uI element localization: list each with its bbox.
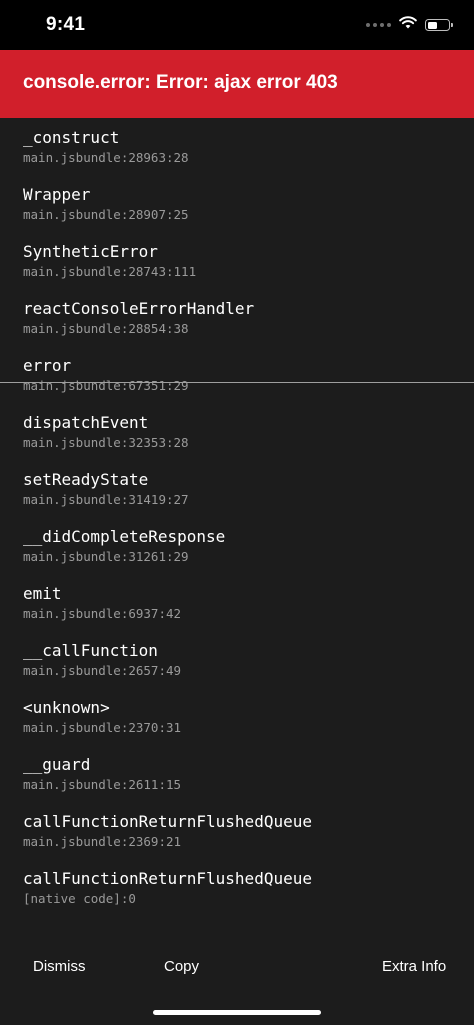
extra-info-button[interactable]: Extra Info (382, 958, 446, 975)
frame-location: [native code]:0 (23, 891, 136, 906)
frame-method: Wrapper (23, 185, 91, 204)
stack-frame[interactable]: <unknown> main.jsbundle:2370:31 (23, 698, 453, 736)
stack-frame[interactable]: __guard main.jsbundle:2611:15 (23, 755, 453, 793)
stack-frame[interactable]: reactConsoleErrorHandler main.jsbundle:2… (23, 299, 453, 337)
frame-location: main.jsbundle:31261:29 (23, 549, 189, 564)
frame-location: main.jsbundle:28743:111 (23, 264, 197, 279)
error-title: console.error: Error: ajax error 403 (23, 72, 338, 93)
status-bar: 9:41 (0, 0, 474, 50)
copy-button[interactable]: Copy (164, 958, 199, 975)
frame-method: SyntheticError (23, 242, 158, 261)
stack-frame[interactable]: Wrapper main.jsbundle:28907:25 (23, 185, 453, 223)
frame-location: main.jsbundle:2657:49 (23, 663, 182, 678)
frame-method: __didCompleteResponse (23, 527, 226, 546)
frame-location: main.jsbundle:6937:42 (23, 606, 182, 621)
redbox-screen: 9:41 console.error: Error: ajax error 40… (0, 0, 474, 1025)
status-icons (366, 15, 453, 35)
stack-frame[interactable]: dispatchEvent main.jsbundle:32353:28 (23, 413, 453, 451)
status-time: 9:41 (46, 14, 86, 35)
battery-icon (425, 19, 453, 31)
stack-frame[interactable]: _construct main.jsbundle:28963:28 (23, 128, 453, 166)
frame-location: main.jsbundle:2369:21 (23, 834, 182, 849)
frame-method: setReadyState (23, 470, 149, 489)
frame-location: main.jsbundle:31419:27 (23, 492, 189, 507)
frame-location: main.jsbundle:2370:31 (23, 720, 182, 735)
frame-method: emit (23, 584, 62, 603)
stack-frame[interactable]: callFunctionReturnFlushedQueue [native c… (23, 869, 453, 907)
stack-frame[interactable]: emit main.jsbundle:6937:42 (23, 584, 453, 622)
home-indicator (153, 1010, 321, 1015)
frame-method: dispatchEvent (23, 413, 149, 432)
signal-icon (366, 23, 391, 27)
frame-method: error (23, 356, 72, 375)
stack-frame[interactable]: __callFunction main.jsbundle:2657:49 (23, 641, 453, 679)
frame-method: callFunctionReturnFlushedQueue (23, 812, 312, 831)
frame-location: main.jsbundle:28854:38 (23, 321, 189, 336)
frame-location: main.jsbundle:67351:29 (23, 378, 189, 393)
stack-frame[interactable]: callFunctionReturnFlushedQueue main.jsbu… (23, 812, 453, 850)
error-header: console.error: Error: ajax error 403 (0, 50, 474, 118)
frame-location: main.jsbundle:2611:15 (23, 777, 182, 792)
frame-location: main.jsbundle:28963:28 (23, 150, 189, 165)
frame-location: main.jsbundle:28907:25 (23, 207, 189, 222)
divider-line (0, 382, 474, 383)
frame-method: _construct (23, 128, 120, 147)
stack-frame[interactable]: __didCompleteResponse main.jsbundle:3126… (23, 527, 453, 565)
stack-frame[interactable]: setReadyState main.jsbundle:31419:27 (23, 470, 453, 508)
frame-method: <unknown> (23, 698, 110, 717)
footer-toolbar: Dismiss Copy Extra Info (0, 945, 474, 989)
stack-frame[interactable]: error main.jsbundle:67351:29 (23, 356, 453, 394)
stack-frame[interactable]: SyntheticError main.jsbundle:28743:111 (23, 242, 453, 280)
dismiss-button[interactable]: Dismiss (33, 958, 86, 975)
frame-method: __guard (23, 755, 91, 774)
wifi-icon (399, 16, 417, 34)
frame-method: __callFunction (23, 641, 158, 660)
frame-location: main.jsbundle:32353:28 (23, 435, 189, 450)
frame-method: callFunctionReturnFlushedQueue (23, 869, 312, 888)
frame-method: reactConsoleErrorHandler (23, 299, 255, 318)
